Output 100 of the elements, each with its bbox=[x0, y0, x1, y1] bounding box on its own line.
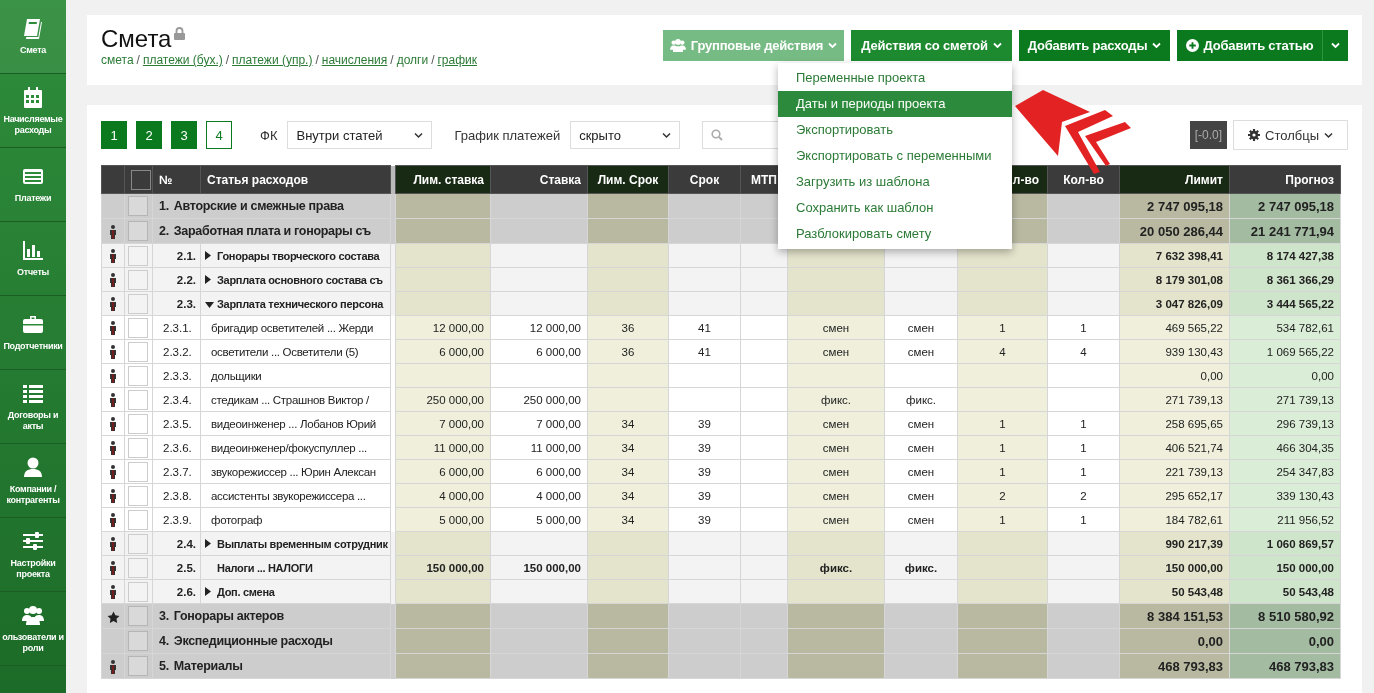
row-number: 2.3.2. bbox=[163, 345, 192, 358]
checkbox[interactable] bbox=[128, 581, 148, 602]
row-number: 4. bbox=[159, 634, 169, 648]
table-cell: 1 069 565,22 bbox=[1266, 345, 1334, 358]
checkbox[interactable] bbox=[128, 413, 148, 434]
level-button[interactable]: 4 bbox=[206, 121, 232, 149]
page-title: Смета bbox=[101, 25, 172, 53]
level-button[interactable]: 3 bbox=[171, 121, 197, 149]
checkbox[interactable] bbox=[131, 169, 151, 190]
checkbox[interactable] bbox=[128, 245, 148, 266]
table-cell: 150 000,00 bbox=[523, 561, 581, 574]
sidebar-item[interactable]: Начисляемые расходы bbox=[0, 74, 66, 148]
menu-item[interactable]: Экспортировать bbox=[778, 117, 1012, 143]
sidebar-item[interactable]: Настройки проекта bbox=[0, 518, 66, 592]
column-header: Кол-во bbox=[1063, 172, 1104, 187]
row-number: 2.5. bbox=[176, 561, 196, 574]
table-cell: 0,00 bbox=[1308, 633, 1334, 649]
menu-item[interactable]: Загрузить из шаблона bbox=[778, 169, 1012, 195]
row-number: 2.3.3. bbox=[163, 369, 192, 382]
table-cell: 4 000,00 bbox=[439, 489, 484, 502]
table-cell: смен bbox=[907, 489, 935, 502]
level-button[interactable]: 1 bbox=[101, 121, 127, 149]
select-field[interactable]: скрыто bbox=[570, 121, 681, 149]
sidebar-item[interactable]: Компании / контрагенты bbox=[0, 444, 66, 518]
table-cell: смен bbox=[822, 441, 850, 454]
table-cell: 254 347,83 bbox=[1276, 465, 1334, 478]
person-icon bbox=[109, 560, 117, 575]
column-header: Ставка bbox=[539, 172, 581, 187]
column-header: МТП bbox=[751, 172, 777, 187]
dropdown-button[interactable]: Добавить расходы bbox=[1019, 30, 1170, 61]
row-name: Заработная плата и гонорары съ bbox=[173, 224, 371, 238]
table-cell: 1 bbox=[1080, 417, 1087, 430]
table-cell: 7 000,00 bbox=[536, 417, 581, 430]
breadcrumb-link[interactable]: платежи (упр.) bbox=[232, 53, 313, 67]
table-cell: 184 782,61 bbox=[1165, 513, 1223, 526]
table-cell: 34 bbox=[621, 513, 635, 526]
table-cell: 2 747 095,18 bbox=[1258, 198, 1334, 214]
sidebar-item[interactable]: Подотчетники bbox=[0, 296, 66, 370]
checkbox[interactable] bbox=[128, 533, 148, 554]
checkbox[interactable] bbox=[128, 437, 148, 458]
dropdown-button[interactable]: Действия со сметой bbox=[851, 30, 1012, 61]
checkbox[interactable] bbox=[128, 293, 148, 314]
table-cell: фикс. bbox=[821, 393, 851, 406]
person-icon bbox=[109, 659, 117, 674]
checkbox[interactable] bbox=[128, 606, 148, 626]
checkbox[interactable] bbox=[128, 365, 148, 386]
table-cell: 50 543,48 bbox=[1171, 585, 1223, 598]
breadcrumb-link[interactable]: платежи (бух.) bbox=[142, 53, 223, 67]
row-number: 2.3.1. bbox=[163, 321, 192, 334]
checkbox[interactable] bbox=[128, 341, 148, 362]
table-cell: 406 521,74 bbox=[1165, 441, 1223, 454]
checkbox[interactable] bbox=[128, 557, 148, 578]
breadcrumb-item: долги bbox=[396, 53, 429, 67]
table-cell: 150 000,00 bbox=[1276, 561, 1334, 574]
checkbox[interactable] bbox=[128, 485, 148, 506]
level-button[interactable]: 2 bbox=[136, 121, 162, 149]
table-cell: фикс. bbox=[819, 561, 853, 574]
checkbox[interactable] bbox=[128, 461, 148, 482]
breadcrumb-link[interactable]: начисления bbox=[321, 53, 388, 67]
row-number: 3. bbox=[159, 609, 169, 623]
search-icon bbox=[711, 129, 724, 141]
table-cell: 469 565,22 bbox=[1165, 321, 1223, 334]
checkbox[interactable] bbox=[128, 317, 148, 338]
sidebar-item[interactable]: ользователи и роли bbox=[0, 592, 66, 666]
table-cell: 34 bbox=[621, 441, 635, 454]
sidebar-item[interactable]: Договоры и акты bbox=[0, 370, 66, 444]
value-badge: [-0.0] bbox=[1189, 121, 1228, 149]
row-name: ассистенты звукорежиссера ... bbox=[211, 489, 366, 502]
table-cell: 468 793,83 bbox=[1268, 658, 1334, 674]
table-cell: 39 bbox=[698, 441, 711, 454]
table-cell: 8 361 366,29 bbox=[1266, 273, 1334, 286]
checkbox[interactable] bbox=[128, 631, 148, 651]
table-cell: смен bbox=[822, 345, 850, 358]
table-cell: 41 bbox=[698, 321, 711, 334]
menu-item[interactable]: Даты и периоды проекта bbox=[778, 91, 1012, 117]
table-cell: 339 130,43 bbox=[1276, 489, 1334, 502]
breadcrumb-link[interactable]: график bbox=[437, 53, 478, 67]
table-cell: 50 543,48 bbox=[1282, 585, 1334, 598]
sidebar-item[interactable]: Отчеты bbox=[0, 222, 66, 296]
menu-item[interactable]: Разблокировать смету bbox=[778, 221, 1012, 247]
checkbox[interactable] bbox=[128, 656, 148, 676]
sidebar-item[interactable]: Смета bbox=[0, 0, 66, 74]
caret-button[interactable] bbox=[1322, 30, 1348, 61]
select-field[interactable]: Внутри статей bbox=[287, 121, 433, 149]
table-cell: смен bbox=[822, 513, 850, 526]
checkbox[interactable] bbox=[128, 196, 148, 216]
menu-item[interactable]: Сохранить как шаблон bbox=[778, 195, 1012, 221]
checkbox[interactable] bbox=[128, 389, 148, 410]
sidebar-item[interactable]: Платежи bbox=[0, 148, 66, 222]
menu-item[interactable]: Переменные проекта bbox=[778, 65, 1012, 91]
checkbox[interactable] bbox=[128, 269, 148, 290]
checkbox[interactable] bbox=[128, 221, 148, 241]
columns-button[interactable]: Столбцы bbox=[1233, 120, 1348, 150]
person-icon bbox=[109, 344, 117, 359]
checkbox[interactable] bbox=[128, 509, 148, 530]
add-button[interactable]: Добавить статью bbox=[1177, 30, 1322, 61]
users-icon bbox=[22, 603, 44, 626]
menu-item[interactable]: Экспортировать с переменными bbox=[778, 143, 1012, 169]
table-cell: 21 241 771,94 bbox=[1250, 223, 1334, 239]
column-header: Срок bbox=[689, 172, 720, 187]
